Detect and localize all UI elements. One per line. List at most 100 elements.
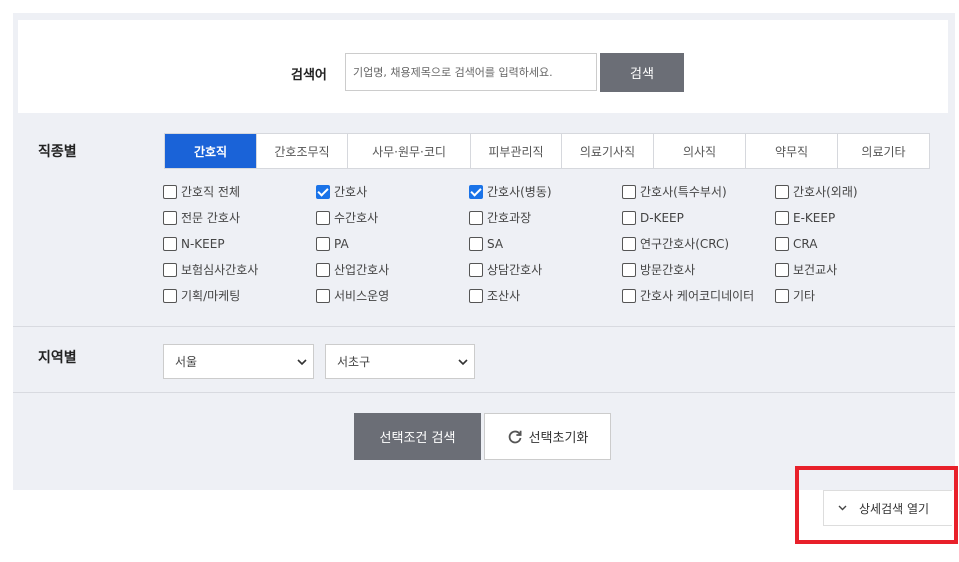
job-option-label: 간호과장 (487, 211, 532, 225)
reset-button-label: 선택초기화 (528, 431, 589, 446)
job-option-checkbox[interactable]: N-KEEP (163, 235, 316, 252)
checkbox-unchecked-icon (622, 236, 636, 251)
checkbox-unchecked-icon (775, 184, 789, 199)
job-option-label: 보건교사 (793, 263, 838, 277)
job-option-label: PA (334, 236, 349, 251)
search-input[interactable] (345, 53, 597, 91)
job-option-label: 조산사 (487, 289, 521, 303)
job-option-label: E-KEEP (793, 210, 836, 225)
job-option-checkbox[interactable]: SA (469, 235, 622, 252)
job-option-label: 간호사 (334, 185, 368, 199)
job-option-label: 산업간호사 (334, 263, 390, 277)
checkbox-unchecked-icon (775, 288, 789, 303)
job-option-checkbox[interactable]: 산업간호사 (316, 261, 469, 278)
checkbox-unchecked-icon (469, 236, 483, 251)
job-category-title: 직종별 (38, 144, 77, 160)
job-option-checkbox[interactable]: 기획/마케팅 (163, 287, 316, 304)
job-option-label: D-KEEP (640, 210, 684, 225)
job-option-label: 전문 간호사 (181, 211, 241, 225)
tab-skincare[interactable]: 피부관리직 (471, 134, 562, 168)
section-divider (13, 392, 955, 393)
job-option-checkbox[interactable]: 간호직 전체 (163, 183, 316, 200)
checkbox-unchecked-icon (622, 288, 636, 303)
search-filter-panel: 검색어 검색 직종별 간호직 간호조무직 사무·원무·코디 피부관리직 의료기사… (13, 13, 955, 490)
job-option-label: SA (487, 236, 504, 251)
search-selected-button[interactable]: 선택조건 검색 (354, 413, 481, 460)
job-option-checkbox[interactable]: 간호사(외래) (775, 183, 933, 200)
job-option-label: 기타 (793, 289, 816, 303)
city-select-value: 서울 (175, 355, 198, 369)
checkbox-unchecked-icon (163, 210, 177, 225)
chevron-down-icon (838, 505, 847, 511)
job-option-checkbox[interactable]: 서비스운영 (316, 287, 469, 304)
checkbox-unchecked-icon (469, 288, 483, 303)
tab-medical-other[interactable]: 의료기타 (838, 134, 929, 168)
district-select-value: 서초구 (337, 355, 371, 369)
refresh-icon (508, 430, 522, 443)
tab-medical-technician[interactable]: 의료기사직 (562, 134, 654, 168)
chevron-down-icon (297, 359, 307, 366)
job-option-checkbox[interactable]: 간호사 케어코디네이터 (622, 287, 775, 304)
keyword-search-box: 검색어 검색 (18, 20, 948, 113)
job-option-checkbox[interactable]: 전문 간호사 (163, 209, 316, 226)
tab-office-admin[interactable]: 사무·원무·코디 (348, 134, 471, 168)
search-button[interactable]: 검색 (600, 53, 684, 92)
checkbox-unchecked-icon (622, 210, 636, 225)
city-select[interactable]: 서울 (163, 344, 314, 379)
job-option-checkbox[interactable]: D-KEEP (622, 209, 775, 226)
checkbox-unchecked-icon (163, 288, 177, 303)
reset-button[interactable]: 선택초기화 (484, 413, 611, 460)
job-option-checkbox[interactable]: 간호과장 (469, 209, 622, 226)
job-option-label: 기획/마케팅 (181, 289, 241, 303)
job-option-checkbox[interactable]: 간호사 (316, 183, 469, 200)
chevron-down-icon (458, 359, 468, 366)
job-option-label: 보험심사간호사 (181, 263, 259, 277)
checkbox-unchecked-icon (775, 210, 789, 225)
checkbox-unchecked-icon (163, 262, 177, 277)
checkbox-unchecked-icon (316, 262, 330, 277)
detail-search-toggle[interactable]: 상세검색 열기 (823, 490, 952, 526)
job-option-checkbox[interactable]: 보험심사간호사 (163, 261, 316, 278)
checkbox-unchecked-icon (316, 288, 330, 303)
checkbox-unchecked-icon (775, 262, 789, 277)
job-option-checkbox[interactable]: PA (316, 235, 469, 252)
job-option-label: 서비스운영 (334, 289, 390, 303)
job-option-label: 방문간호사 (640, 263, 696, 277)
job-option-checkbox[interactable]: 상담간호사 (469, 261, 622, 278)
job-option-checkbox[interactable]: 조산사 (469, 287, 622, 304)
job-option-checkboxes: 간호직 전체 간호사 간호사(병동) 간호사(특수부서) 간호사(외래) 전문 간호사 수간… (163, 183, 933, 304)
checkbox-unchecked-icon (775, 236, 789, 251)
search-label: 검색어 (291, 68, 327, 83)
job-option-checkbox[interactable]: 간호사(특수부서) (622, 183, 775, 200)
job-option-checkbox[interactable]: CRA (775, 235, 933, 252)
region-title: 지역별 (38, 350, 77, 366)
checkbox-unchecked-icon (469, 262, 483, 277)
job-option-checkbox[interactable]: 기타 (775, 287, 933, 304)
detail-search-label: 상세검색 열기 (859, 501, 930, 516)
job-option-checkbox[interactable]: E-KEEP (775, 209, 933, 226)
job-option-label: 간호사(병동) (487, 185, 552, 199)
job-option-label: N-KEEP (181, 236, 225, 251)
district-select[interactable]: 서초구 (325, 344, 475, 379)
job-option-checkbox[interactable]: 연구간호사(CRC) (622, 235, 775, 252)
job-option-checkbox[interactable]: 방문간호사 (622, 261, 775, 278)
job-option-checkbox[interactable]: 보건교사 (775, 261, 933, 278)
job-option-checkbox[interactable]: 간호사(병동) (469, 183, 622, 200)
job-option-label: 수간호사 (334, 211, 379, 225)
job-option-label: 연구간호사(CRC) (640, 237, 730, 251)
checkbox-unchecked-icon (469, 210, 483, 225)
checkbox-unchecked-icon (622, 262, 636, 277)
job-option-label: 간호직 전체 (181, 185, 241, 199)
job-option-label: 간호사 케어코디네이터 (640, 289, 755, 303)
tab-pharmacy[interactable]: 약무직 (746, 134, 838, 168)
job-option-checkbox[interactable]: 수간호사 (316, 209, 469, 226)
checkbox-unchecked-icon (316, 210, 330, 225)
checkbox-unchecked-icon (163, 236, 177, 251)
tab-doctor[interactable]: 의사직 (654, 134, 746, 168)
checkbox-unchecked-icon (316, 236, 330, 251)
tab-nurse[interactable]: 간호직 (165, 134, 257, 168)
checkbox-checked-icon (469, 184, 483, 199)
job-option-label: 상담간호사 (487, 263, 543, 277)
tab-nurse-aide[interactable]: 간호조무직 (257, 134, 348, 168)
job-option-label: 간호사(특수부서) (640, 185, 727, 199)
